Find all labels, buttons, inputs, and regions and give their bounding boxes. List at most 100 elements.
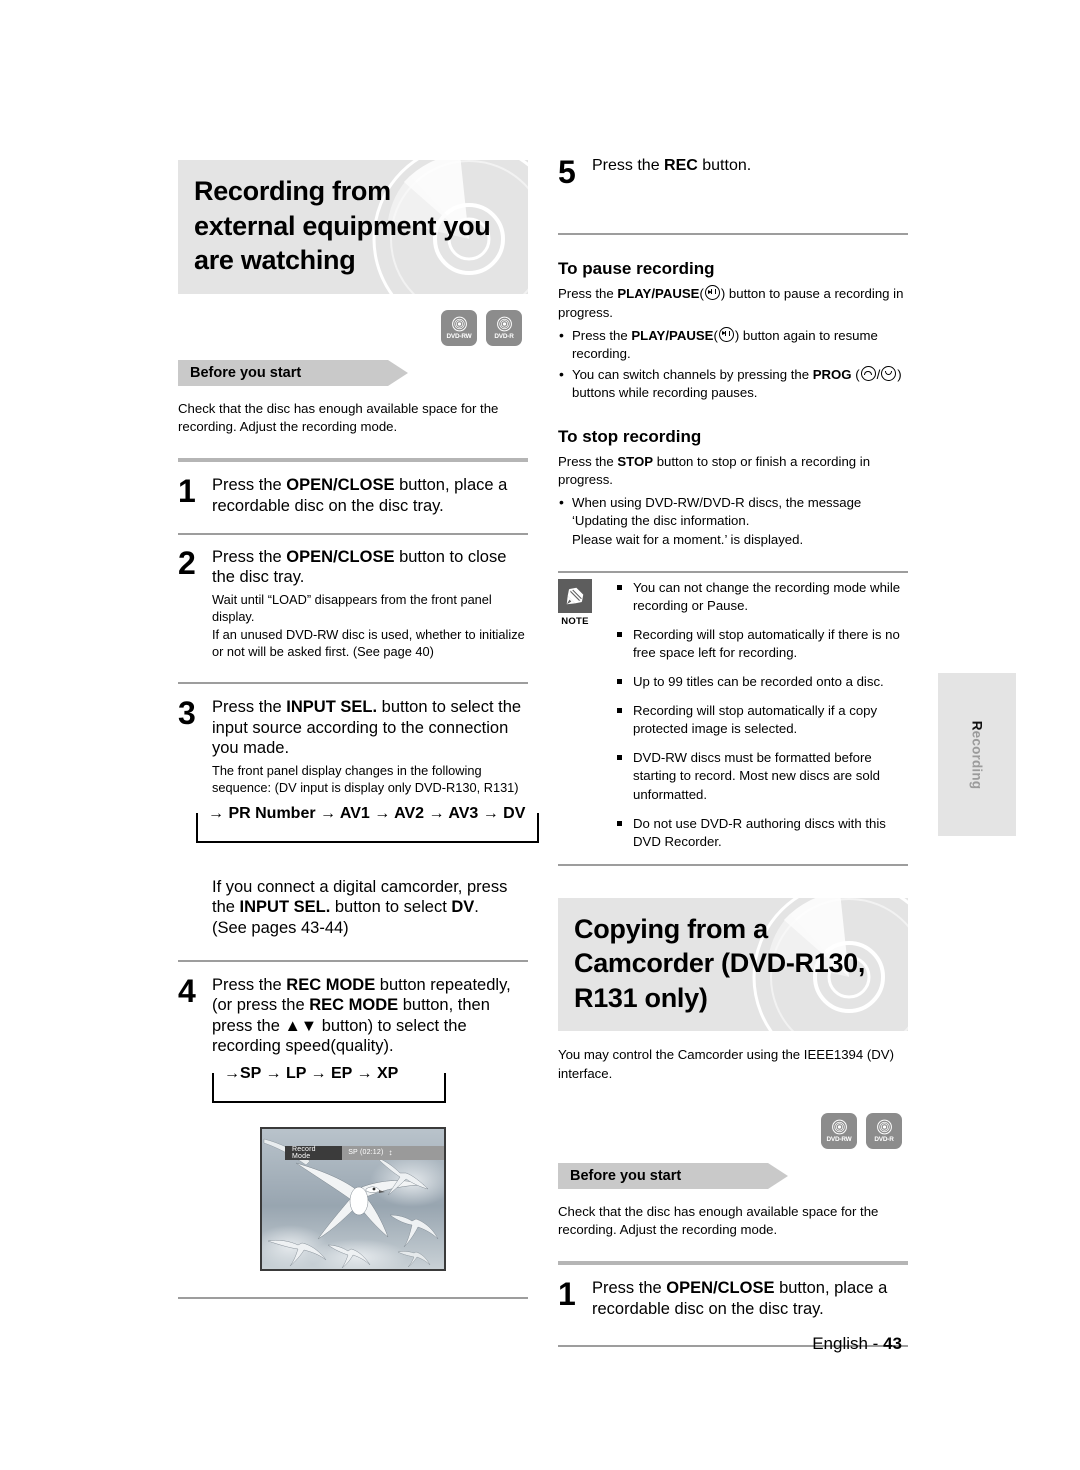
step-number: 1 bbox=[178, 473, 196, 510]
seq-tick-left bbox=[196, 812, 198, 820]
banner-shape: Before you start bbox=[558, 1162, 788, 1189]
left-column: Recording from external equipment you ar… bbox=[178, 160, 540, 1299]
before-you-start-text: Check that the disc has enough available… bbox=[178, 400, 499, 434]
dvd-rw-badge: DVD-RW bbox=[441, 309, 477, 346]
banner-label: Before you start bbox=[570, 1167, 682, 1184]
step-5: 5 Press the REC button. bbox=[558, 154, 908, 190]
tv-screenshot-record-mode: Record Mode SP (02:12) ↕ bbox=[260, 1126, 446, 1271]
note-box: NOTE You can not change the recording mo… bbox=[558, 573, 908, 862]
side-thumb-tab-recording: Recording bbox=[938, 673, 1016, 836]
step-number: 1 bbox=[558, 1276, 576, 1313]
page-footer: English - 43 bbox=[0, 1334, 902, 1354]
step-text: Press the OPEN/CLOSE button to close the… bbox=[212, 547, 507, 587]
step-number: 4 bbox=[178, 972, 196, 1009]
record-mode-osd: Record Mode SP (02:12) ↕ bbox=[285, 1145, 444, 1160]
disc-icon bbox=[876, 1119, 892, 1135]
osd-value-field: SP (02:12) ↕ bbox=[342, 1145, 444, 1160]
list-item: Recording will stop automatically if a c… bbox=[616, 702, 908, 738]
list-item: You can switch channels by pressing the … bbox=[558, 365, 908, 402]
disc-icon bbox=[451, 316, 467, 332]
spinner-updown-icon: ↕ bbox=[388, 1148, 393, 1158]
footer-page-number: 43 bbox=[883, 1334, 902, 1353]
step-number: 5 bbox=[558, 154, 576, 190]
note-icon-group: NOTE bbox=[558, 578, 602, 627]
media-badges-top: DVD-RW DVD-R bbox=[178, 309, 528, 346]
dvd-r-badge: DVD-R bbox=[486, 309, 522, 346]
step-3: 3 Press the INPUT SEL. button to select … bbox=[178, 697, 528, 796]
divider bbox=[178, 532, 528, 535]
input-sequence-box: → PR Number → AV1 → AV2 → AV3 → DV bbox=[196, 804, 540, 843]
seq-tick-right bbox=[444, 1072, 447, 1080]
before-you-start-banner: Before you start bbox=[558, 1162, 908, 1189]
step-text: Press the REC button. bbox=[592, 157, 752, 174]
seq-tick-right bbox=[537, 812, 540, 820]
step-1: 1 Press the OPEN/CLOSE button, place a r… bbox=[178, 475, 528, 516]
speed-sequence-box: →SP → LP → EP → XP bbox=[212, 1064, 447, 1103]
stop-recording-heading: To stop recording bbox=[558, 426, 702, 446]
section-heading-recording-external: Recording from external equipment you ar… bbox=[178, 160, 528, 294]
divider bbox=[178, 458, 528, 463]
list-item: Recording will stop automatically if the… bbox=[616, 626, 908, 662]
list-item: DVD-RW discs must be formatted before st… bbox=[616, 749, 908, 803]
divider bbox=[558, 1261, 908, 1266]
thumb-tab-label: Recording bbox=[970, 720, 985, 789]
list-item: Do not use DVD-R authoring discs with th… bbox=[616, 815, 908, 851]
camcorder-dv-note: If you connect a digital camcorder, pres… bbox=[212, 877, 508, 937]
speed-sequence-text: →SP → LP → EP → XP bbox=[222, 1064, 401, 1082]
osd-label: Record Mode bbox=[285, 1145, 343, 1160]
right-column: 5 Press the REC button. To pause recordi… bbox=[558, 154, 908, 1348]
step-number: 2 bbox=[178, 544, 196, 581]
divider bbox=[558, 233, 908, 236]
pencil-glyph bbox=[566, 587, 584, 605]
section-heading-copying-camcorder: Copying from a Camcorder (DVD-R130, R131… bbox=[558, 897, 908, 1032]
pause-recording-bullets: Press the PLAY/PAUSE() button again to r… bbox=[558, 326, 908, 403]
input-sequence-text: → PR Number → AV1 → AV2 → AV3 → DV bbox=[206, 804, 528, 822]
badge-label: DVD-R bbox=[494, 332, 514, 340]
step-text: Press the INPUT SEL. button to select th… bbox=[212, 698, 522, 758]
list-item: Up to 99 titles can be recorded onto a d… bbox=[616, 673, 908, 691]
camcorder-intro-text: You may control the Camcorder using the … bbox=[558, 1047, 894, 1081]
dvd-rw-badge: DVD-RW bbox=[821, 1112, 857, 1149]
pencil-icon bbox=[558, 578, 592, 613]
step-number: 3 bbox=[178, 695, 196, 732]
step-subtext: The front panel display changes in the f… bbox=[212, 762, 519, 796]
camcorder-step-1: 1 Press the OPEN/CLOSE button, place a r… bbox=[558, 1278, 908, 1319]
badge-label: DVD-RW bbox=[826, 1136, 852, 1144]
dvd-r-badge: DVD-R bbox=[866, 1112, 902, 1149]
banner-label: Before you start bbox=[190, 364, 302, 381]
divider bbox=[178, 682, 528, 685]
step-text: Press the OPEN/CLOSE button, place a rec… bbox=[592, 1279, 888, 1318]
note-label: NOTE bbox=[561, 615, 589, 627]
disc-icon bbox=[496, 316, 512, 332]
media-badges-bottom: DVD-RW DVD-R bbox=[558, 1112, 908, 1149]
list-item: When using DVD-RW/DVD-R discs, the messa… bbox=[558, 493, 908, 549]
badge-label: DVD-RW bbox=[446, 332, 472, 340]
pause-recording-heading: To pause recording bbox=[558, 259, 715, 279]
thumb-tab-rest: ecording bbox=[969, 730, 985, 789]
thumb-tab-initial: R bbox=[969, 720, 985, 731]
seq-tick-left bbox=[212, 1072, 214, 1080]
list-item: Press the PLAY/PAUSE() button again to r… bbox=[558, 326, 908, 363]
stop-recording-bullets: When using DVD-RW/DVD-R discs, the messa… bbox=[558, 493, 908, 549]
section-title: Copying from a Camcorder (DVD-R130, R131… bbox=[574, 913, 866, 1013]
step-2: 2 Press the OPEN/CLOSE button to close t… bbox=[178, 547, 528, 660]
divider bbox=[558, 863, 908, 866]
banner-shape: Before you start bbox=[178, 359, 408, 386]
disc-icon bbox=[831, 1119, 847, 1135]
list-item: You can not change the recording mode wh… bbox=[616, 579, 908, 615]
step-subtext: Wait until “LOAD” disappears from the fr… bbox=[212, 591, 525, 660]
step-text: Press the REC MODE button repeatedly, (o… bbox=[212, 975, 511, 1056]
page-title: Recording from external equipment you ar… bbox=[194, 176, 491, 276]
note-items: You can not change the recording mode wh… bbox=[616, 579, 908, 862]
stop-recording-intro: Press the STOP button to stop or finish … bbox=[558, 453, 871, 487]
manual-page: Recording from external equipment you ar… bbox=[0, 0, 1080, 1470]
divider bbox=[178, 959, 528, 962]
osd-value-text: SP (02:12) bbox=[348, 1149, 384, 1157]
before-you-start-text: Check that the disc has enough available… bbox=[558, 1203, 879, 1238]
pause-recording-intro: Press the PLAY/PAUSE() button to pause a… bbox=[558, 285, 904, 320]
step-4: 4 Press the REC MODE button repeatedly, … bbox=[178, 975, 528, 1057]
badge-label: DVD-R bbox=[874, 1136, 894, 1144]
footer-language: English - bbox=[812, 1334, 884, 1353]
before-you-start-banner: Before you start bbox=[178, 359, 528, 386]
step-text: Press the OPEN/CLOSE button, place a rec… bbox=[212, 476, 508, 515]
